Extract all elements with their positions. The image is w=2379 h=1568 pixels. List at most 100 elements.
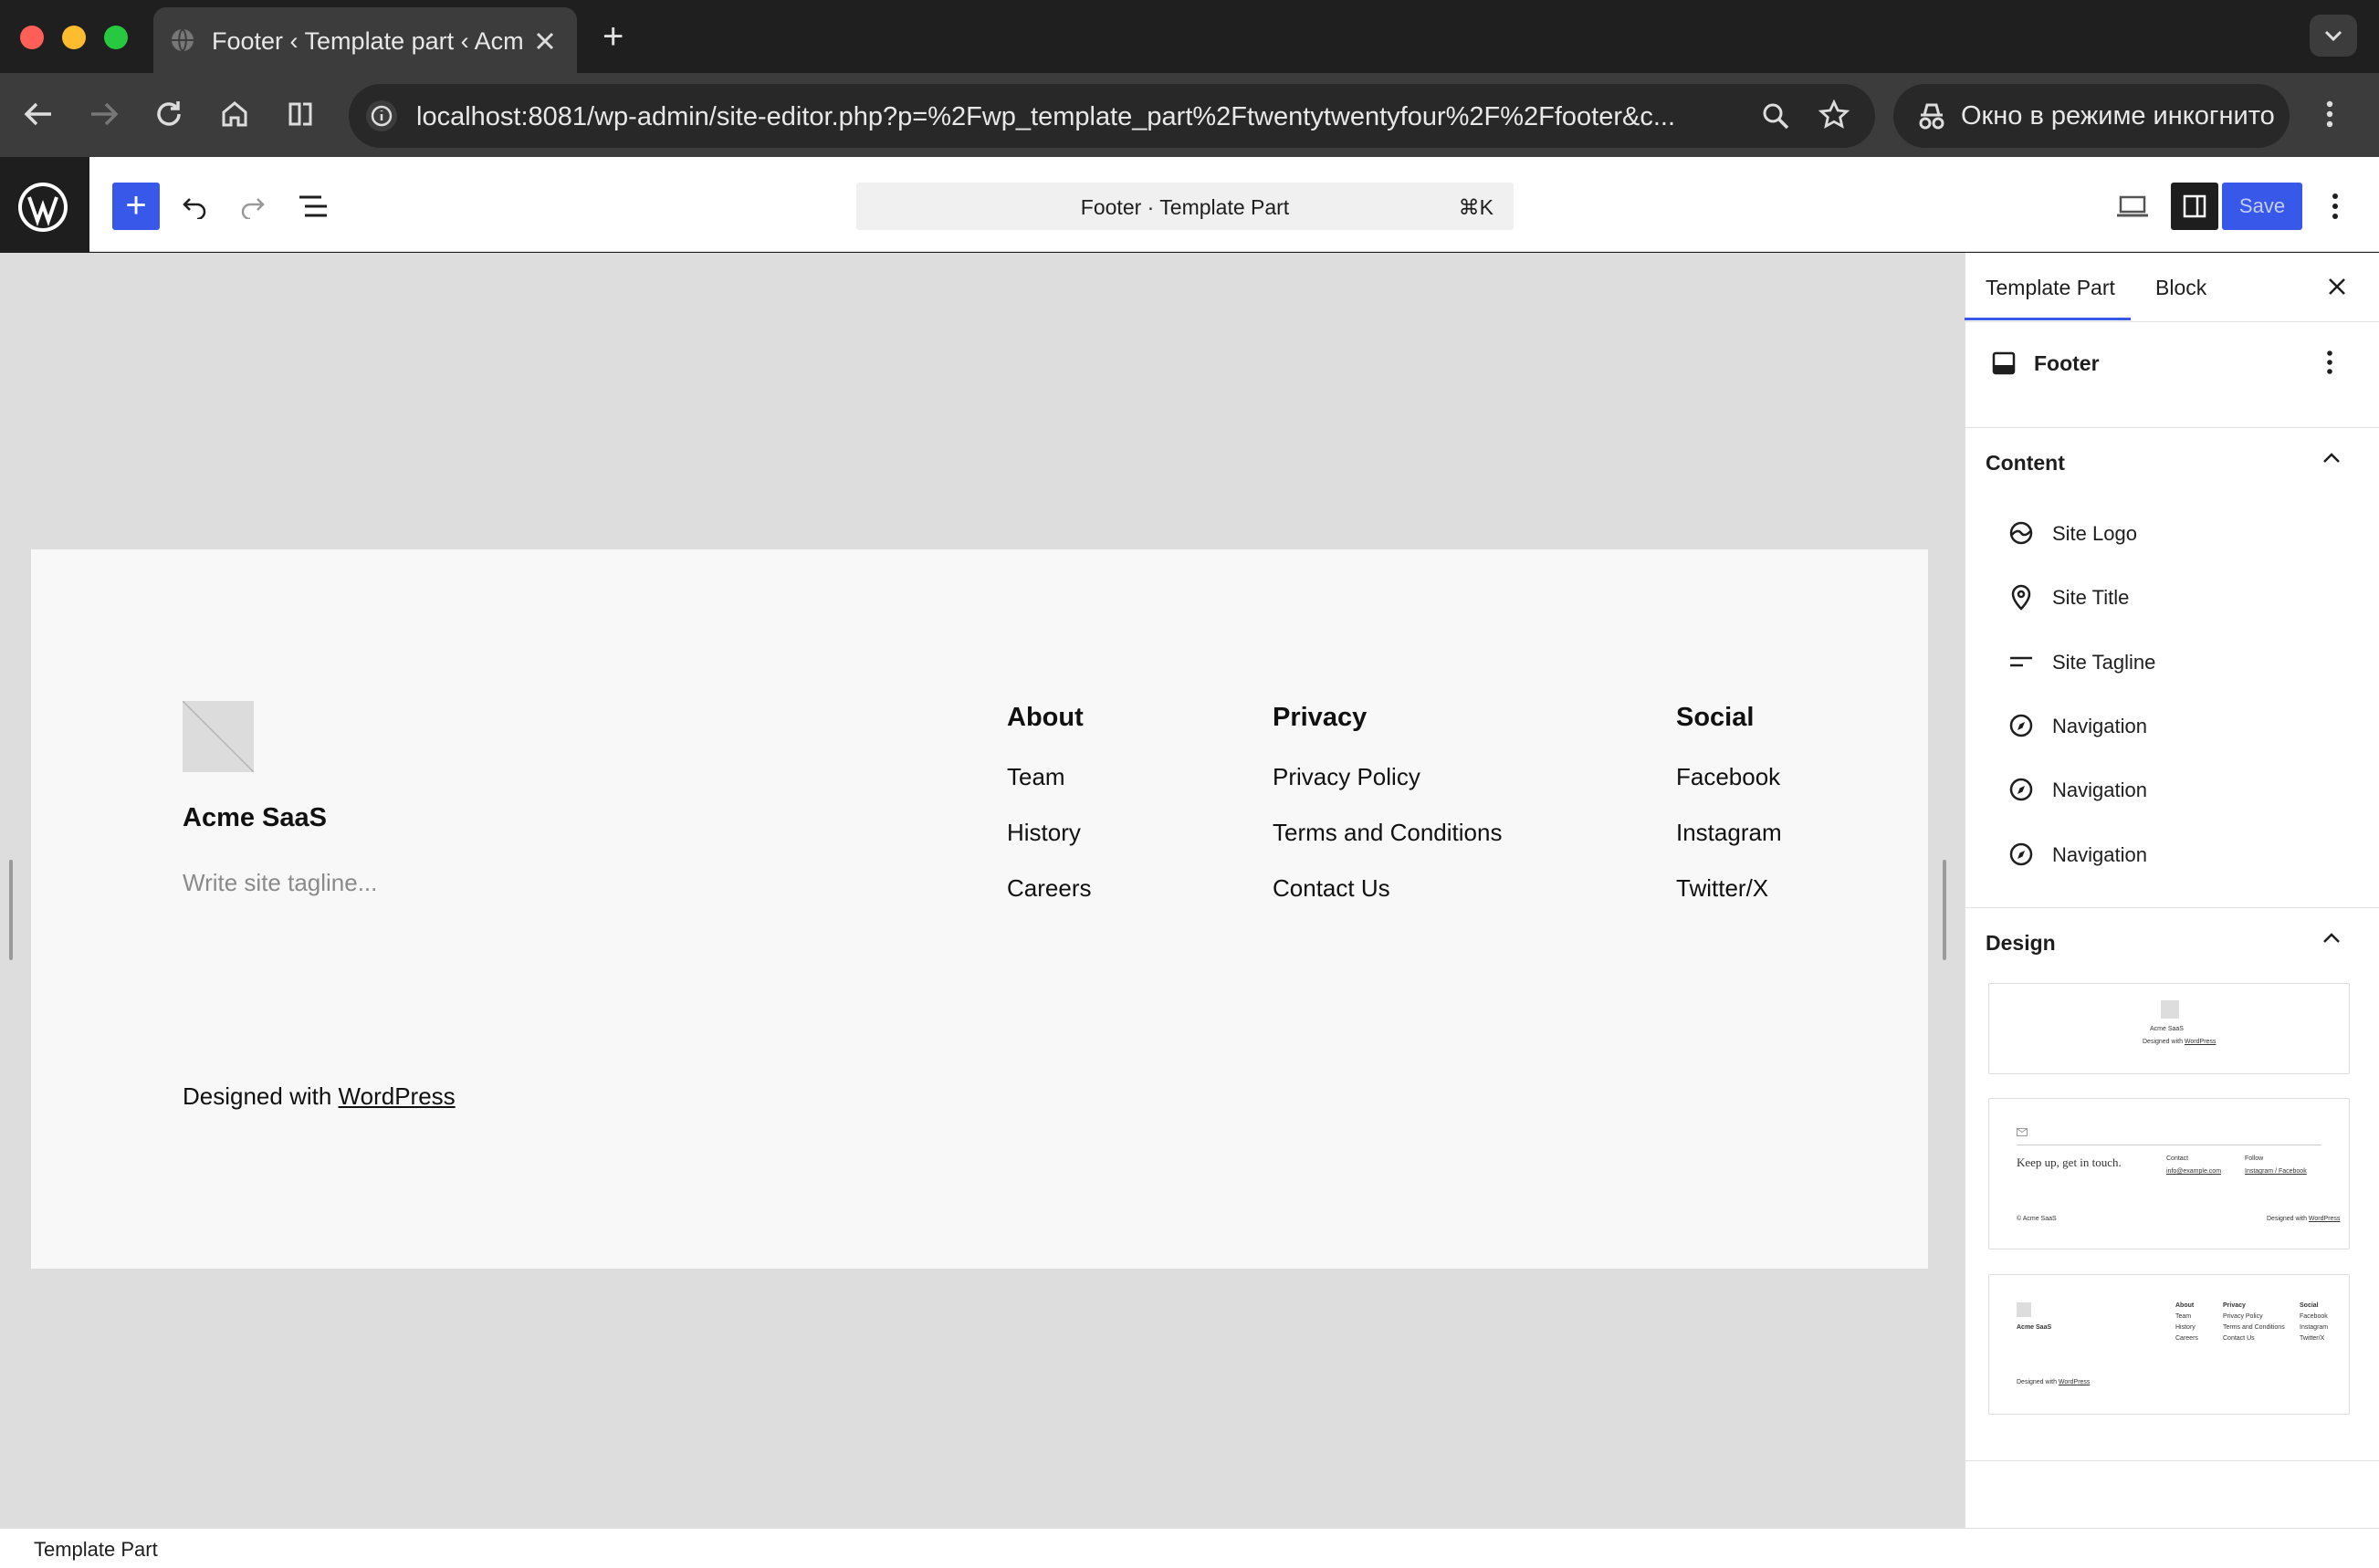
chevron-up-icon[interactable] xyxy=(2321,451,2342,465)
url-text: localhost:8081/wp-admin/site-editor.php?… xyxy=(416,102,1676,131)
wordpress-logo-button[interactable] xyxy=(0,157,89,252)
template-actions-icon[interactable] xyxy=(2323,349,2336,376)
nav-link-terms[interactable]: Terms and Conditions xyxy=(1273,819,1502,847)
nav-link-privacy-policy[interactable]: Privacy Policy xyxy=(1273,763,1420,791)
template-part-footer-icon xyxy=(1992,351,2016,375)
pattern-credit-prefix: Designed with xyxy=(2143,1039,2185,1045)
save-button[interactable]: Save xyxy=(2222,183,2302,230)
pattern-col-link: Team xyxy=(2175,1313,2192,1320)
device-preview-icon[interactable] xyxy=(2116,193,2149,219)
block-breadcrumb-bar: Template Part xyxy=(0,1528,2379,1568)
tab-block[interactable]: Block xyxy=(2155,276,2206,300)
pattern-credit-link: WordPress xyxy=(2184,1039,2217,1045)
zoom-icon[interactable] xyxy=(1760,100,1791,131)
footer-column-privacy: Privacy Privacy Policy Terms and Conditi… xyxy=(1273,703,1502,902)
canvas-resize-handle-left[interactable] xyxy=(9,860,13,960)
divider xyxy=(1965,321,2379,322)
site-title[interactable]: Acme SaaS xyxy=(183,803,327,833)
pattern-credit-prefix: Designed with xyxy=(2267,1216,2309,1222)
compass-icon xyxy=(2009,714,2033,737)
address-bar[interactable]: localhost:8081/wp-admin/site-editor.php?… xyxy=(349,84,1875,148)
close-sidebar-icon[interactable] xyxy=(2327,277,2347,297)
home-icon[interactable] xyxy=(219,99,250,130)
compass-icon xyxy=(2009,778,2033,801)
wordpress-link[interactable]: WordPress xyxy=(339,1082,456,1110)
document-overview-icon[interactable] xyxy=(298,193,329,219)
pattern-credit: Designed with WordPress xyxy=(2017,1379,2090,1385)
tab-template-part[interactable]: Template Part xyxy=(1986,276,2115,300)
template-part-name: Footer xyxy=(2034,351,2100,375)
redo-icon[interactable] xyxy=(239,193,267,219)
pattern-credit-link: WordPress xyxy=(2058,1379,2091,1385)
pattern-preview-columns[interactable]: Acme SaaS About Team History Careers Pri… xyxy=(1988,1274,2350,1415)
pattern-site-title: Acme SaaS xyxy=(2150,1026,2184,1032)
content-item-label: Site Logo xyxy=(2052,522,2137,545)
nav-link-careers[interactable]: Careers xyxy=(1007,874,1091,903)
pattern-col-link: Instagram xyxy=(2300,1324,2329,1331)
content-item-site-title[interactable]: Site Title xyxy=(1988,577,2350,619)
footer-credit[interactable]: Designed with WordPress xyxy=(183,1082,456,1111)
nav-link-instagram[interactable]: Instagram xyxy=(1676,819,1782,847)
pattern-contact-value: info@example.com xyxy=(2166,1168,2222,1175)
maximize-window-button[interactable] xyxy=(104,26,128,49)
nav-link-facebook[interactable]: Facebook xyxy=(1676,763,1780,791)
site-info-icon[interactable] xyxy=(365,99,398,132)
pattern-col-link: Contact Us xyxy=(2223,1335,2255,1342)
logo-placeholder-icon xyxy=(2161,1000,2179,1019)
footer-template-part[interactable]: Acme SaaS Write site tagline... About Te… xyxy=(31,549,1928,1269)
browser-menu-icon[interactable] xyxy=(2321,99,2338,130)
canvas-resize-handle-right[interactable] xyxy=(1943,860,1946,960)
command-palette-button[interactable]: Footer · Template Part ⌘K xyxy=(856,183,1514,230)
pattern-credit: Designed with WordPress xyxy=(2143,1039,2216,1045)
content-item-navigation[interactable]: Navigation xyxy=(1988,769,2350,811)
undo-icon[interactable] xyxy=(181,193,208,219)
pattern-col-link: History xyxy=(2175,1324,2196,1331)
incognito-indicator[interactable]: Окно в режиме инкогнито xyxy=(1893,84,2290,148)
split-view-icon[interactable] xyxy=(285,99,316,130)
logo-placeholder-icon xyxy=(2017,1302,2031,1317)
nav-link-history[interactable]: History xyxy=(1007,819,1081,847)
pattern-follow-links: Instagram / Facebook xyxy=(2245,1168,2307,1175)
tab-search-button[interactable] xyxy=(2310,15,2357,57)
new-tab-button[interactable]: + xyxy=(603,18,624,55)
close-window-button[interactable] xyxy=(20,26,44,49)
back-icon[interactable] xyxy=(22,100,55,128)
add-block-button[interactable]: + xyxy=(112,183,160,230)
mail-icon xyxy=(2017,1128,2028,1136)
chevron-up-icon[interactable] xyxy=(2321,931,2342,946)
pattern-col-link: Terms and Conditions xyxy=(2223,1324,2285,1331)
content-item-label: Navigation xyxy=(2052,779,2147,801)
pattern-credit-prefix: Designed with xyxy=(2017,1379,2059,1385)
wordpress-logo-icon xyxy=(18,183,68,232)
sidebar-icon xyxy=(2183,194,2206,218)
breadcrumb-template-part[interactable]: Template Part xyxy=(34,1538,158,1562)
options-menu-icon[interactable] xyxy=(2328,192,2342,221)
reload-icon[interactable] xyxy=(153,99,184,130)
content-item-site-tagline[interactable]: Site Tagline xyxy=(1988,642,2350,684)
tab-title: Footer ‹ Template part ‹ Acme xyxy=(212,27,522,55)
content-item-site-logo[interactable]: Site Logo xyxy=(1988,513,2350,555)
design-panel-title[interactable]: Design xyxy=(1986,931,2056,956)
browser-tab[interactable]: Footer ‹ Template part ‹ Acme xyxy=(153,7,577,73)
nav-link-contact[interactable]: Contact Us xyxy=(1273,874,1390,903)
pattern-col-heading: About xyxy=(2175,1302,2195,1309)
minimize-window-button[interactable] xyxy=(62,26,86,49)
pattern-preview-get-in-touch[interactable]: Keep up, get in touch. Contact info@exam… xyxy=(1988,1098,2350,1249)
column-heading: About xyxy=(1007,703,1084,732)
command-shortcut: ⌘K xyxy=(1458,195,1493,219)
content-item-label: Navigation xyxy=(2052,715,2147,737)
bookmark-star-icon[interactable] xyxy=(1818,99,1850,131)
close-tab-icon[interactable] xyxy=(535,31,555,51)
content-item-navigation[interactable]: Navigation xyxy=(1988,706,2350,747)
pattern-preview-centered[interactable]: Acme SaaS Designed with WordPress xyxy=(1988,983,2350,1074)
site-tagline-placeholder[interactable]: Write site tagline... xyxy=(183,869,377,897)
content-panel-title[interactable]: Content xyxy=(1986,451,2065,476)
nav-link-team[interactable]: Team xyxy=(1007,763,1065,791)
pattern-col-link: Careers xyxy=(2175,1335,2198,1342)
map-marker-icon xyxy=(2011,584,2031,611)
content-item-navigation[interactable]: Navigation xyxy=(1988,834,2350,876)
nav-link-twitter[interactable]: Twitter/X xyxy=(1676,874,1768,903)
forward-icon[interactable] xyxy=(88,100,121,128)
site-logo-placeholder-icon[interactable] xyxy=(183,701,254,772)
settings-sidebar-toggle[interactable] xyxy=(2171,183,2218,230)
